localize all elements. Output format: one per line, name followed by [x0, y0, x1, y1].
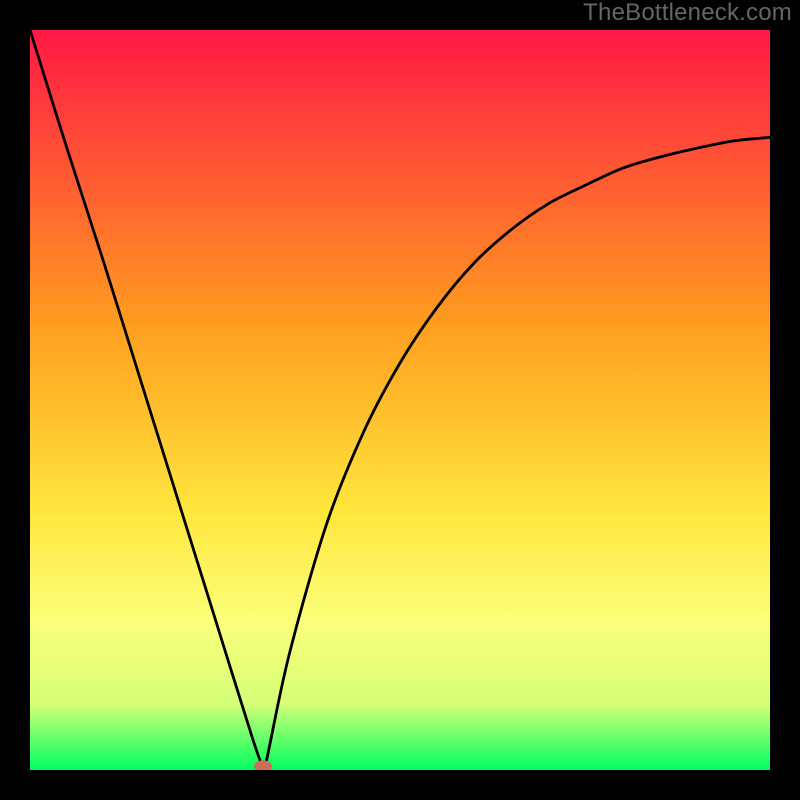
- gradient-background: [30, 30, 770, 770]
- chart-frame: TheBottleneck.com: [0, 0, 800, 800]
- plot-area: [30, 30, 770, 770]
- chart-svg: [30, 30, 770, 770]
- watermark-text: TheBottleneck.com: [583, 0, 792, 27]
